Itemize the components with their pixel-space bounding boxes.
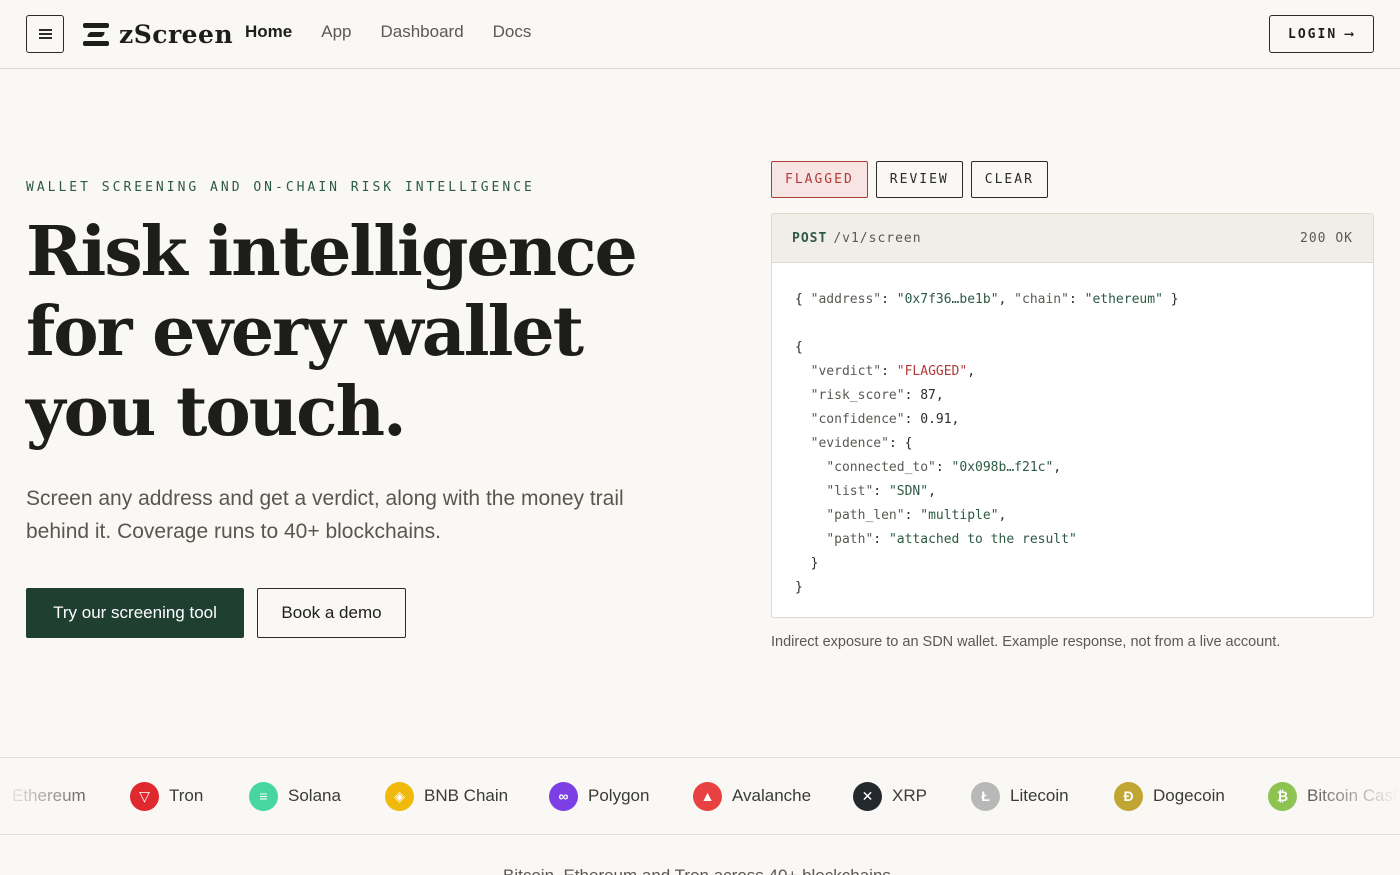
response-connected-to: 0x098b…f21c [959, 460, 1046, 475]
chain-item-polygon: ∞ Polygon [549, 780, 649, 812]
solana-icon: ≡ [249, 781, 278, 811]
response-confidence: 0.91 [920, 412, 952, 427]
chain-name: Avalanche [732, 786, 812, 805]
logo[interactable]: zScreen [83, 20, 233, 49]
request-address: 0x7f36…be1b [904, 292, 991, 307]
xrp-icon: ✕ [853, 781, 882, 811]
chain-name: Tron [169, 786, 204, 805]
chain-name: XRP [892, 786, 927, 805]
tab-clear[interactable]: CLEAR [970, 161, 1048, 198]
login-button[interactable]: LOGIN ⟶ [1269, 15, 1374, 53]
bitcoin-cash-icon: ₿ [1268, 781, 1297, 811]
hero-eyebrow: WALLET SCREENING AND ON-CHAIN RISK INTEL… [26, 180, 535, 195]
chain-item-ethereum: ◆ Ethereum [0, 780, 86, 812]
chain-item-dogecoin: Ð Dogecoin [1114, 780, 1225, 812]
chain-name: Bitcoin Cash [1307, 786, 1400, 805]
menu-button[interactable] [26, 15, 64, 53]
hero-headline: Risk intelligence for every wallet you t… [26, 212, 638, 452]
response-caption: Indirect exposure to an SDN wallet. Exam… [771, 634, 1281, 650]
chain-item-xrp: ✕ XRP [853, 780, 927, 812]
bnb-icon: ◈ [385, 781, 414, 811]
http-method: POST [792, 230, 828, 246]
chain-item-avalanche: ▲ Avalanche [693, 780, 811, 812]
tab-flagged[interactable]: FLAGGED [771, 161, 868, 198]
chain-item-bitcoin-cash: ₿ Bitcoin Cash [1268, 780, 1400, 812]
chain-name: Solana [288, 786, 341, 805]
main-nav: Home App Dashboard Docs [245, 22, 531, 42]
verdict-tabs: FLAGGED REVIEW CLEAR [771, 161, 1048, 198]
code-block: { "address": "0x7f36…be1b", "chain": "et… [795, 292, 1179, 595]
tron-icon: ▽ [130, 781, 159, 811]
chain-strip: ◆ Ethereum ▽ Tron ≡ Solana ◈ BNB Chain ∞… [0, 757, 1400, 835]
hero-subtext: Screen any address and get a verdict, al… [26, 487, 624, 543]
ethereum-icon: ◆ [0, 781, 2, 811]
nav-docs[interactable]: Docs [493, 22, 532, 42]
coverage-text: Bitcoin, Ethereum and Tron across 40+ bl… [503, 866, 891, 875]
http-status: 200 OK [1300, 230, 1353, 246]
chain-item-tron: ▽ Tron [130, 780, 203, 812]
login-label: LOGIN [1288, 26, 1338, 42]
chain-name: BNB Chain [424, 786, 509, 805]
tab-review[interactable]: REVIEW [875, 161, 963, 198]
api-response-card: POST/v1/screen 200 OK { "address": "0x7f… [771, 213, 1374, 618]
logo-mark-icon [83, 22, 111, 48]
response-path: attached to the result [896, 532, 1069, 547]
response-risk-score: 87 [920, 388, 936, 403]
chain-name: Ethereum [12, 786, 86, 805]
nav-home[interactable]: Home [245, 22, 292, 42]
api-endpoint: /v1/screen [833, 230, 922, 246]
request-chain: ethereum [1092, 292, 1156, 307]
chain-item-bnb: ◈ BNB Chain [385, 780, 508, 812]
avalanche-icon: ▲ [693, 781, 722, 811]
chain-name: Dogecoin [1153, 786, 1225, 805]
try-screening-tool-button[interactable]: Try our screening tool [26, 588, 244, 638]
hamburger-icon [38, 29, 52, 39]
nav-app[interactable]: App [321, 22, 351, 42]
litecoin-icon: Ł [971, 781, 1000, 811]
chain-item-solana: ≡ Solana [249, 780, 341, 812]
api-request-header: POST/v1/screen 200 OK [772, 214, 1373, 263]
dogecoin-icon: Ð [1114, 781, 1143, 811]
polygon-icon: ∞ [549, 781, 578, 811]
chain-name: Polygon [588, 786, 650, 805]
chain-name: Litecoin [1010, 786, 1069, 805]
arrow-right-icon: ⟶ [1345, 26, 1355, 42]
logo-text: zScreen [119, 20, 234, 49]
response-path-len: multiple [928, 508, 991, 523]
book-demo-button[interactable]: Book a demo [257, 588, 406, 638]
chain-item-litecoin: Ł Litecoin [971, 780, 1069, 812]
nav-dashboard[interactable]: Dashboard [380, 22, 463, 42]
response-verdict: FLAGGED [904, 364, 960, 379]
response-list: SDN [896, 484, 921, 499]
site-header: zScreen Home App Dashboard Docs LOGIN ⟶ [0, 0, 1400, 69]
